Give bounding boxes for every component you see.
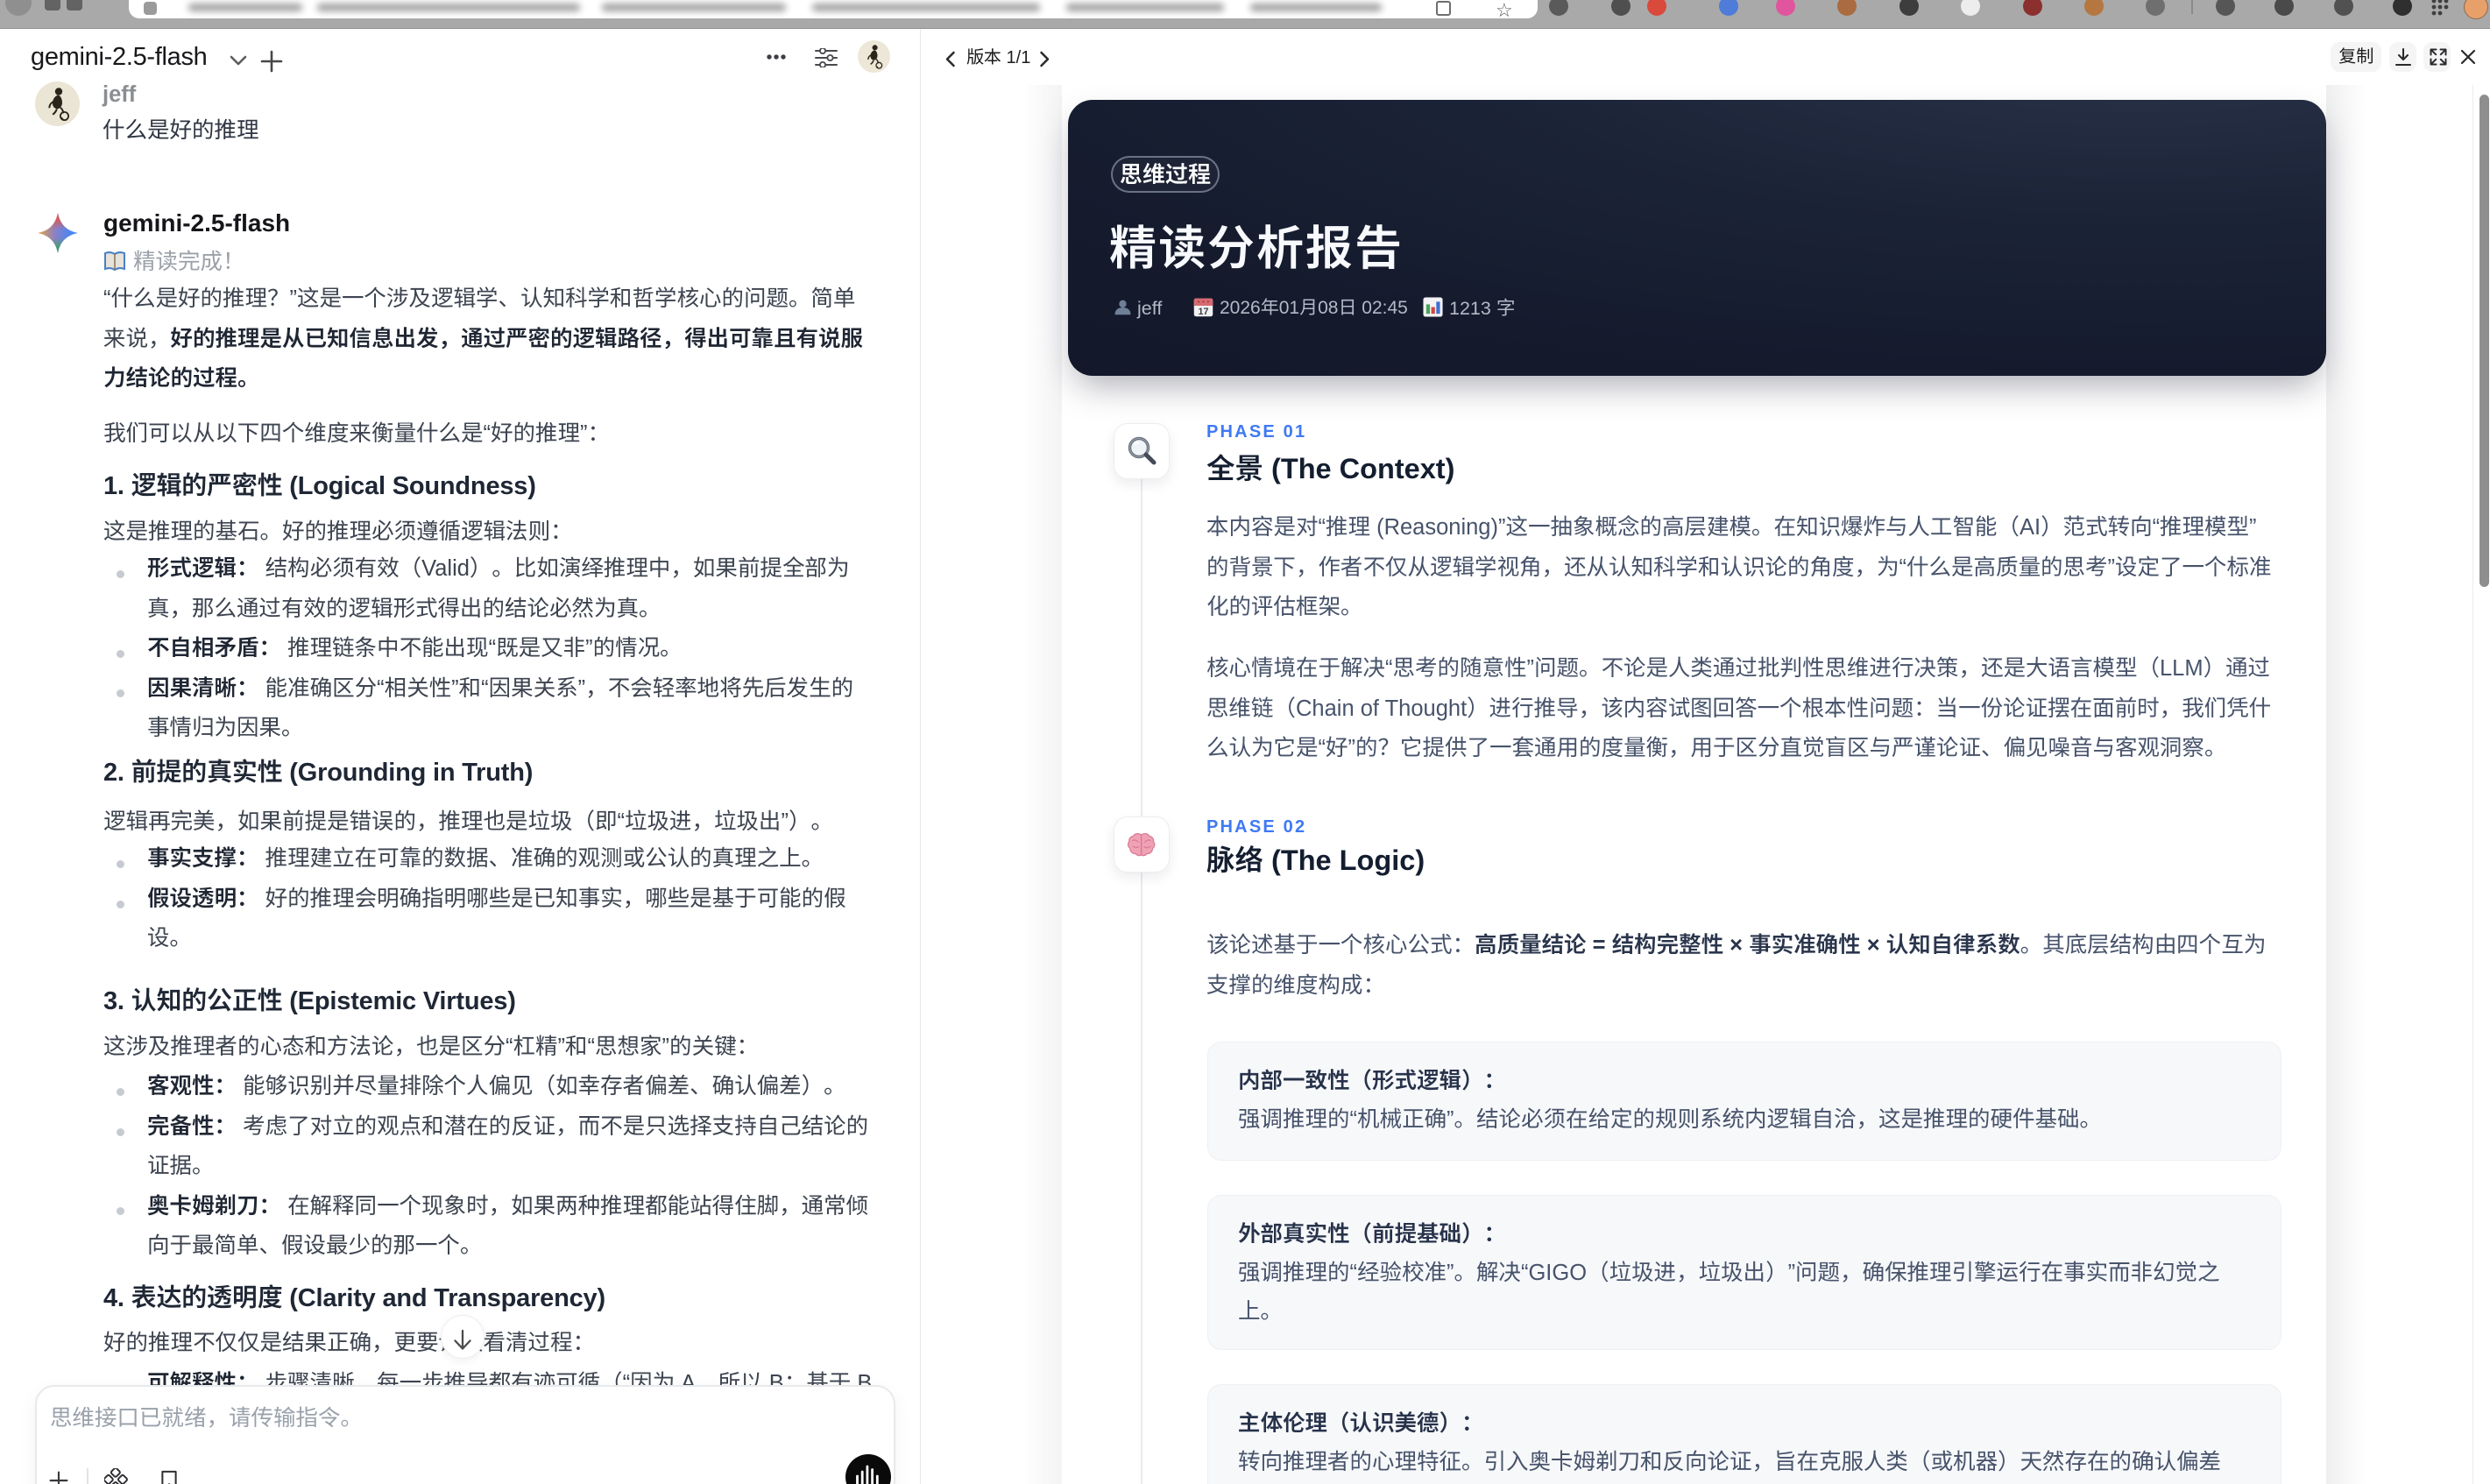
svg-text:17: 17	[1199, 307, 1209, 317]
